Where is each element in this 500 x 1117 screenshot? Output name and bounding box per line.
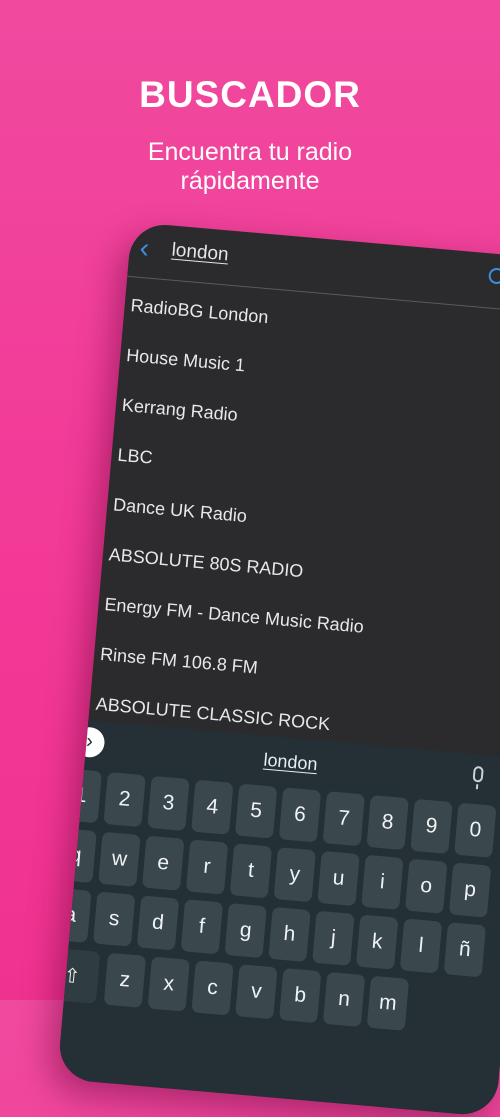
key[interactable]: s — [92, 891, 136, 947]
subtitle-line-1: Encuentra tu radio — [147, 138, 353, 166]
key[interactable]: j — [312, 910, 355, 966]
key[interactable]: 2 — [103, 771, 146, 828]
results-list: RadioBG London House Music 1 Kerrang Rad… — [88, 280, 500, 767]
key[interactable]: d — [136, 895, 180, 951]
on-screen-keyboard: › london 1 2 3 4 5 6 7 8 9 0 q w e r t y… — [57, 717, 500, 1117]
key[interactable]: 3 — [147, 775, 190, 831]
page-subtitle: Encuentra tu radio rápidamente — [0, 138, 500, 196]
key[interactable]: ñ — [443, 922, 487, 978]
search-input[interactable]: london — [171, 240, 230, 267]
key[interactable]: 8 — [366, 795, 409, 851]
phone-mockup: ‹ london RadioBG London House Music 1 Ke… — [57, 222, 500, 1117]
search-icon[interactable] — [488, 267, 500, 285]
key[interactable]: 4 — [191, 779, 234, 835]
shift-key-icon[interactable]: ⇧ — [57, 947, 101, 1004]
key[interactable]: b — [279, 968, 322, 1024]
key[interactable]: p — [448, 862, 492, 918]
key[interactable]: i — [361, 854, 404, 910]
key[interactable]: t — [229, 843, 273, 899]
phone-screen: ‹ london RadioBG London House Music 1 Ke… — [57, 222, 500, 1117]
key[interactable]: 9 — [410, 798, 453, 854]
key[interactable]: g — [224, 903, 267, 959]
key[interactable]: e — [142, 835, 185, 891]
key[interactable]: k — [355, 914, 399, 970]
key[interactable]: v — [235, 964, 278, 1020]
key[interactable]: h — [268, 906, 311, 962]
key[interactable]: 6 — [278, 787, 322, 843]
key[interactable]: 0 — [454, 802, 497, 858]
back-arrow-icon[interactable]: ‹ — [138, 232, 163, 264]
key[interactable]: a — [57, 887, 92, 943]
key[interactable]: c — [191, 960, 234, 1016]
key[interactable]: q — [57, 827, 97, 884]
subtitle-line-2: rápidamente — [180, 167, 320, 195]
key[interactable]: 1 — [59, 768, 102, 824]
key[interactable]: o — [405, 858, 448, 914]
key[interactable]: w — [98, 831, 141, 887]
page-title: BUSCADOR — [139, 74, 361, 115]
key[interactable]: m — [366, 975, 410, 1031]
key[interactable]: y — [273, 847, 316, 903]
key[interactable]: x — [147, 956, 190, 1012]
key[interactable]: 7 — [322, 791, 365, 847]
key[interactable]: n — [322, 971, 366, 1027]
key[interactable]: l — [399, 918, 443, 974]
key[interactable]: u — [317, 850, 360, 907]
key[interactable]: r — [185, 839, 229, 895]
key[interactable]: f — [180, 899, 224, 955]
key[interactable]: 5 — [234, 783, 278, 839]
